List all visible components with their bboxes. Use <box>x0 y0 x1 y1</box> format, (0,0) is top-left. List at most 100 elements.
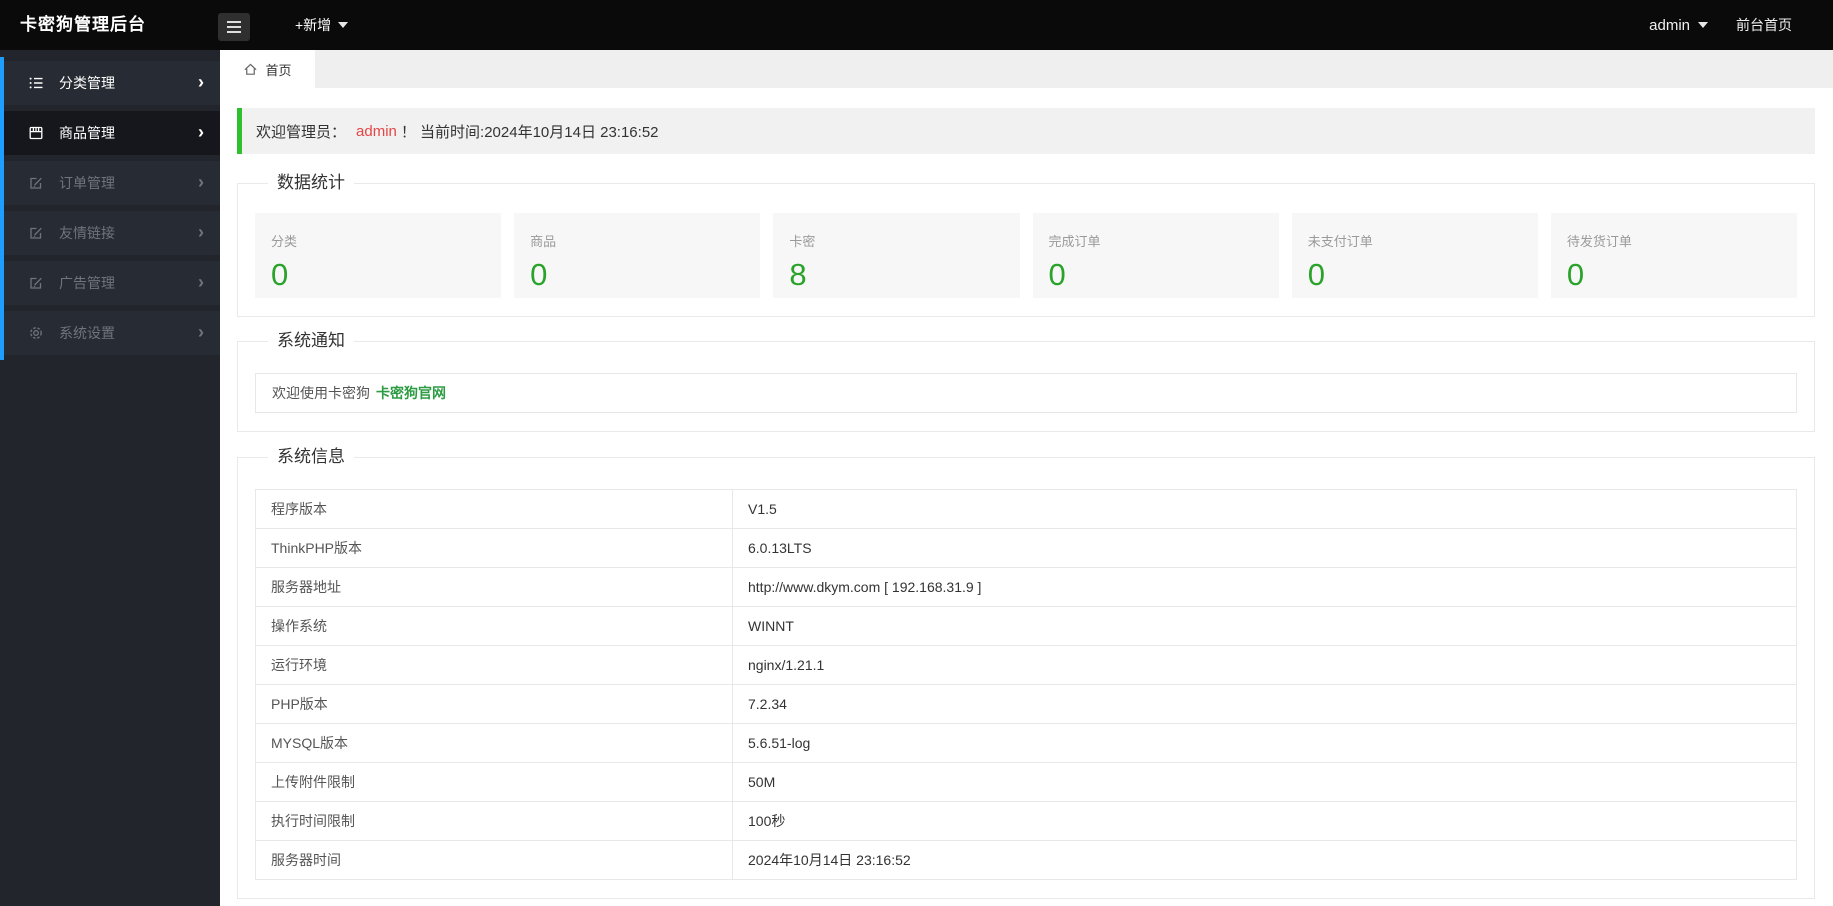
app-window: 卡密狗管理后台 +新增 admin 前台首页 分类管理 › 商品管理 › 订单管… <box>0 0 1833 906</box>
chevron-right-icon: › <box>198 322 204 342</box>
sidebar-scrollbar-thumb[interactable] <box>0 57 4 360</box>
stat-label: 卡密 <box>789 234 816 249</box>
stat-value: 0 <box>1307 257 1325 292</box>
app-title: 卡密狗管理后台 <box>20 15 146 34</box>
table-row: 运行环境 nginx/1.21.1 <box>255 645 1797 685</box>
sidebar-item-ads[interactable]: 广告管理 › <box>0 261 220 305</box>
front-home-link[interactable]: 前台首页 <box>1736 15 1792 35</box>
sidebar: 分类管理 › 商品管理 › 订单管理 › 友情链接 › 广告管理 › 系统设置 … <box>0 50 220 906</box>
welcome-prefix: 欢迎管理员： <box>256 123 347 141</box>
sysinfo-value: WINNT <box>732 606 1797 646</box>
notice-text: 欢迎使用卡密狗 <box>272 385 370 401</box>
caret-down-icon <box>338 22 349 28</box>
stat-card-completed-orders: 完成订单 0 <box>1032 213 1279 298</box>
sysinfo-value: 6.0.13LTS <box>732 528 1797 568</box>
stat-label: 分类 <box>271 234 298 249</box>
form-icon <box>28 175 46 191</box>
sidebar-item-label: 系统设置 <box>59 325 115 341</box>
add-new-dropdown[interactable]: +新增 <box>295 0 349 50</box>
sysinfo-section-title: 系统信息 <box>277 447 345 466</box>
user-dropdown[interactable]: admin <box>1649 17 1708 34</box>
sidebar-item-links[interactable]: 友情链接 › <box>0 211 220 255</box>
hamburger-icon <box>227 21 241 23</box>
caret-down-icon <box>1698 22 1708 28</box>
table-row: 服务器时间 2024年10月14日 23:16:52 <box>255 840 1797 880</box>
stat-card-pending-shipment: 待发货订单 0 <box>1550 213 1798 298</box>
add-new-label: +新增 <box>295 17 332 33</box>
notice-box: 欢迎使用卡密狗 卡密狗官网 <box>255 373 1797 413</box>
header-right: admin 前台首页 <box>1649 0 1792 50</box>
sysinfo-label: MYSQL版本 <box>255 723 733 763</box>
home-icon <box>244 63 258 75</box>
stat-card-unpaid-orders: 未支付订单 0 <box>1291 213 1538 298</box>
username: admin <box>1649 16 1690 34</box>
tab-bar: 首页 <box>220 50 1833 88</box>
chevron-right-icon: › <box>198 272 204 292</box>
sysinfo-table: 程序版本 V1.5 ThinkPHP版本 6.0.13LTS 服务器地址 htt… <box>255 489 1797 880</box>
sysinfo-label: PHP版本 <box>255 684 733 724</box>
sysinfo-value: 100秒 <box>732 801 1797 841</box>
stats-cards: 分类 0 商品 0 卡密 8 完成订单 0 未支付订单 0 待发货订单 0 <box>255 213 1798 298</box>
table-row: 服务器地址 http://www.dkym.com [ 192.168.31.9… <box>255 567 1797 607</box>
stat-label: 商品 <box>530 234 557 249</box>
table-row: PHP版本 7.2.34 <box>255 684 1797 724</box>
sysinfo-value: 5.6.51-log <box>732 723 1797 763</box>
admin-name: admin <box>356 122 397 140</box>
sysinfo-label: ThinkPHP版本 <box>255 528 733 568</box>
table-row: 操作系统 WINNT <box>255 606 1797 646</box>
sidebar-toggle-button[interactable] <box>218 13 250 41</box>
sysinfo-label: 运行环境 <box>255 645 733 685</box>
form-icon <box>28 275 46 291</box>
stat-card-category: 分类 0 <box>255 213 502 298</box>
gear-icon <box>28 325 46 341</box>
sysinfo-label: 操作系统 <box>255 606 733 646</box>
chevron-right-icon: › <box>198 222 204 242</box>
stat-value: 0 <box>1566 257 1585 292</box>
welcome-suffix: ！ 当前时间:2024年10月14日 23:16:52 <box>400 123 659 141</box>
sysinfo-value: http://www.dkym.com [ 192.168.31.9 ] <box>732 567 1797 607</box>
stat-label: 待发货订单 <box>1566 234 1632 249</box>
sidebar-item-category[interactable]: 分类管理 › <box>0 61 220 105</box>
list-icon <box>28 75 46 91</box>
sysinfo-value: 50M <box>732 762 1797 802</box>
sysinfo-value: 2024年10月14日 23:16:52 <box>732 840 1797 880</box>
main-content: 欢迎管理员： admin ！ 当前时间:2024年10月14日 23:16:52… <box>220 88 1833 906</box>
table-row: ThinkPHP版本 6.0.13LTS <box>255 528 1797 568</box>
shop-icon <box>28 125 46 141</box>
sysinfo-section: 系统信息 程序版本 V1.5 ThinkPHP版本 6.0.13LTS 服务器地… <box>237 447 1815 899</box>
sidebar-item-orders[interactable]: 订单管理 › <box>0 161 220 205</box>
stats-section-title: 数据统计 <box>277 173 345 192</box>
stat-card-goods: 商品 0 <box>514 213 761 298</box>
table-row: 上传附件限制 50M <box>255 762 1797 802</box>
stat-value: 8 <box>789 257 807 292</box>
sysinfo-value: V1.5 <box>732 489 1797 529</box>
sysinfo-label: 执行时间限制 <box>255 801 733 841</box>
official-site-link[interactable]: 卡密狗官网 <box>376 383 446 403</box>
tab-home-label: 首页 <box>265 62 292 78</box>
sidebar-item-goods[interactable]: 商品管理 › <box>0 111 220 155</box>
sysinfo-label: 服务器地址 <box>255 567 733 607</box>
chevron-right-icon: › <box>198 172 204 192</box>
chevron-right-icon: › <box>198 72 204 92</box>
top-header: 卡密狗管理后台 +新增 admin 前台首页 <box>0 0 1833 50</box>
chevron-right-icon: › <box>198 122 204 142</box>
stat-value: 0 <box>530 257 548 292</box>
stats-section: 数据统计 分类 0 商品 0 卡密 8 完成订单 0 未支付订单 0 待发货订单… <box>237 173 1815 317</box>
table-row: 执行时间限制 100秒 <box>255 801 1797 841</box>
table-row: 程序版本 V1.5 <box>255 489 1797 529</box>
sidebar-item-settings[interactable]: 系统设置 › <box>0 311 220 355</box>
sidebar-item-label: 商品管理 <box>59 125 115 141</box>
stat-label: 未支付订单 <box>1307 234 1373 249</box>
notice-section: 系统通知 欢迎使用卡密狗 卡密狗官网 <box>237 331 1815 432</box>
tab-home[interactable]: 首页 <box>220 50 315 88</box>
sidebar-item-label: 分类管理 <box>59 75 115 91</box>
stat-value: 0 <box>1048 257 1066 292</box>
sysinfo-value: 7.2.34 <box>732 684 1797 724</box>
stat-label: 完成订单 <box>1048 234 1101 249</box>
form-icon <box>28 225 46 241</box>
sysinfo-value: nginx/1.21.1 <box>732 645 1797 685</box>
stat-value: 0 <box>271 257 289 292</box>
sysinfo-label: 程序版本 <box>255 489 733 529</box>
sidebar-item-label: 友情链接 <box>59 225 115 241</box>
sysinfo-label: 服务器时间 <box>255 840 733 880</box>
